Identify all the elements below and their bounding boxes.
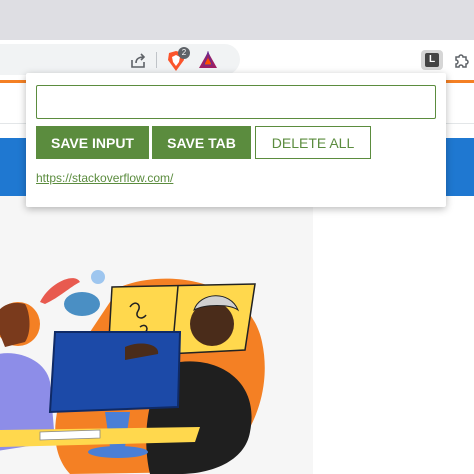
tab-strip [0,0,474,40]
shields-count-badge: 2 [178,47,190,59]
hero-illustration-image [0,270,265,474]
bat-rewards-icon[interactable] [198,51,218,69]
saved-lead-link[interactable]: https://stackoverflow.com/ [36,171,173,185]
save-input-button[interactable]: SAVE INPUT [36,126,149,159]
puzzle-icon[interactable] [452,50,472,70]
toolbar-separator [156,52,157,68]
extension-l-button[interactable]: L [421,50,443,70]
lead-input[interactable] [36,85,436,119]
extension-l-icon: L [425,53,439,67]
delete-all-button[interactable]: DELETE ALL [255,126,371,159]
save-tab-button[interactable]: SAVE TAB [152,126,251,159]
share-icon[interactable] [128,51,148,71]
leads-tracker-popup: SAVE INPUT SAVE TAB DELETE ALL https://s… [26,73,446,207]
